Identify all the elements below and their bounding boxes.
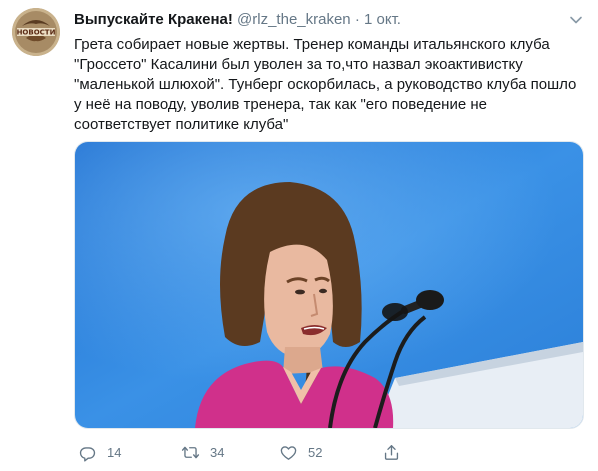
tweet-text: Грета собирает новые жертвы. Тренер кома… xyxy=(74,35,584,135)
separator-dot: · xyxy=(354,11,360,28)
avatar[interactable]: НОВОСТИ xyxy=(12,8,60,56)
user-handle[interactable]: @rlz_the_kraken xyxy=(237,11,351,28)
avatar-wordmark: НОВОСТИ xyxy=(17,29,56,37)
display-name[interactable]: Выпускайте Кракена! xyxy=(74,11,233,28)
chevron-down-icon[interactable] xyxy=(568,12,584,28)
retweet-count: 34 xyxy=(210,444,225,460)
tweet-header: Выпускайте Кракена! @rlz_the_kraken · 1 … xyxy=(74,10,401,30)
reply-icon xyxy=(79,446,96,462)
reply-count: 14 xyxy=(107,444,122,460)
like-count: 52 xyxy=(308,444,323,460)
retweet-button[interactable]: 34 xyxy=(181,440,224,464)
tweet-text-line: у неё на поводу, уволив тренера, так как… xyxy=(74,96,487,113)
tweet-text-line: соответствует политике клуба" xyxy=(74,116,289,133)
photo-image xyxy=(75,142,583,428)
tweet-text-line: "маленькой шлюхой". Тунберг оскорбилась,… xyxy=(74,76,577,93)
retweet-icon xyxy=(181,446,200,458)
tweet-timestamp[interactable]: 1 окт. xyxy=(364,11,401,28)
tweet-text-line: "Гроссето" Касалини был уволен за то,что… xyxy=(74,56,523,73)
like-button[interactable]: 52 xyxy=(279,440,322,464)
share-button[interactable] xyxy=(382,440,411,464)
tweet: НОВОСТИ Выпускайте Кракена! @rlz_the_kra… xyxy=(0,0,598,471)
share-icon xyxy=(384,444,399,460)
tweet-text-line: Грета собирает новые жертвы. Тренер кома… xyxy=(74,36,550,53)
tweet-photo[interactable] xyxy=(74,141,584,429)
action-bar: 14 34 52 xyxy=(74,440,584,464)
reply-button[interactable]: 14 xyxy=(78,440,121,464)
like-icon xyxy=(280,445,297,460)
avatar-logo: НОВОСТИ xyxy=(12,8,60,56)
